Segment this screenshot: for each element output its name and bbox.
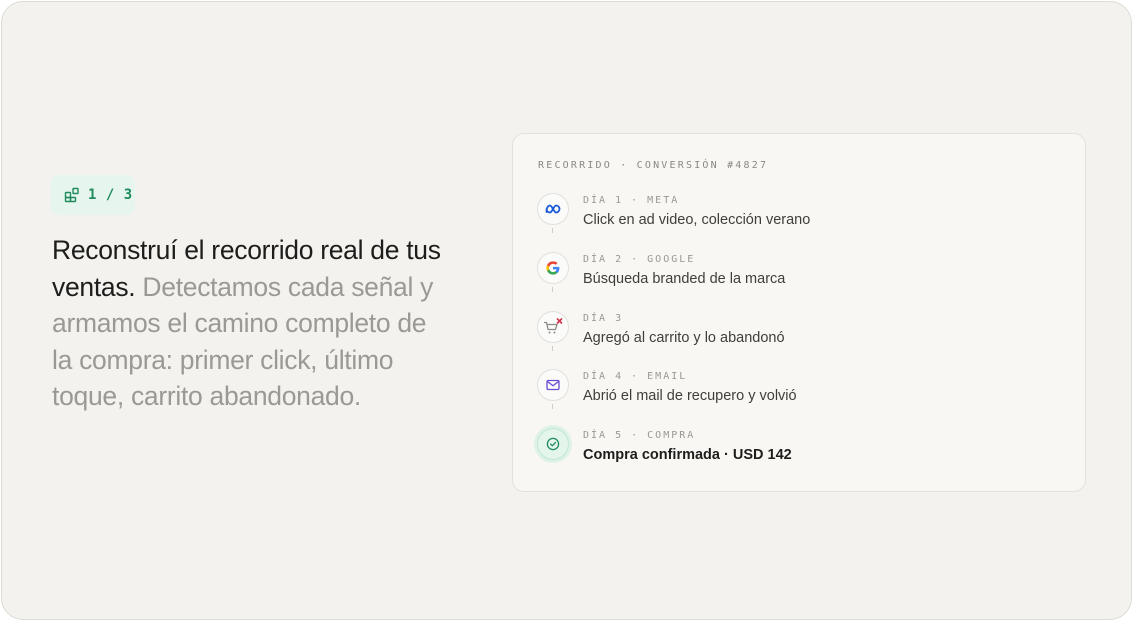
step-text-final: Compra confirmada · USD 142 <box>583 447 792 463</box>
blocks-icon <box>64 187 80 203</box>
app-frame: 1 / 3 Reconstruí el recorrido real de tu… <box>1 1 1132 620</box>
mail-icon <box>537 369 569 401</box>
journey-card: RECORRIDO · CONVERSIÓN #4827 DÍA 1 · MET… <box>512 133 1086 492</box>
cart-abandoned-icon <box>537 311 569 343</box>
journey-step: DÍA 4 · EMAIL Abrió el mail de recupero … <box>537 369 1057 419</box>
step-text: Click en ad video, colección verano <box>583 212 811 228</box>
meta-icon <box>537 193 569 225</box>
check-circle-icon <box>537 428 569 460</box>
journey-step: DÍA 3 Agregó al carrito y lo abandonó <box>537 311 1057 361</box>
timeline-connector <box>552 287 553 292</box>
step-label: DÍA 5 · COMPRA <box>583 430 696 441</box>
journey-step: DÍA 5 · COMPRA Compra confirmada · USD 1… <box>537 428 1057 478</box>
journey-header: RECORRIDO · CONVERSIÓN #4827 <box>538 160 769 171</box>
step-label: DÍA 2 · GOOGLE <box>583 254 696 265</box>
journey-step: DÍA 1 · META Click en ad video, colecció… <box>537 193 1057 243</box>
step-counter: 1 / 3 <box>88 187 133 203</box>
step-label: DÍA 1 · META <box>583 195 680 206</box>
journey-step: DÍA 2 · GOOGLE Búsqueda branded de la ma… <box>537 252 1057 302</box>
step-text: Abrió el mail de recupero y volvió <box>583 388 797 404</box>
step-label: DÍA 4 · EMAIL <box>583 371 688 382</box>
timeline-connector <box>552 228 553 233</box>
headline: Reconstruí el recorrido real de tus vent… <box>52 232 452 415</box>
google-icon <box>537 252 569 284</box>
step-label: DÍA 3 <box>583 313 624 324</box>
timeline-connector <box>552 404 553 409</box>
step-text: Agregó al carrito y lo abandonó <box>583 330 785 346</box>
step-text: Búsqueda branded de la marca <box>583 271 786 287</box>
step-badge: 1 / 3 <box>51 175 135 215</box>
timeline-connector <box>552 346 553 351</box>
